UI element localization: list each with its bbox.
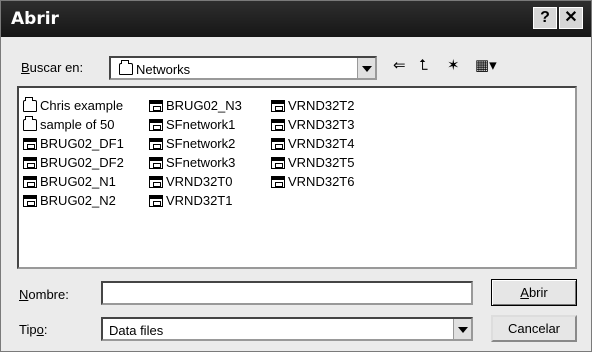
look-in-combo[interactable]: Networks [109, 56, 377, 80]
chevron-down-icon[interactable] [453, 319, 471, 339]
file-list-item-label: Chris example [40, 98, 124, 113]
close-button[interactable]: ✕ [559, 7, 583, 29]
file-icon [271, 156, 285, 169]
file-list-item-label: VRND32T3 [288, 117, 355, 132]
look-in-value: Networks [136, 62, 191, 77]
file-column-3: VRND32T2 VRND32T3 VRND32T4 VRND32T5 VRND32T6 [271, 96, 354, 191]
file-icon [271, 175, 285, 188]
new-folder-icon[interactable]: ✶ [447, 57, 460, 75]
file-column-2: BRUG02_N3 SFnetwork1 SFnetwork2 SFnetwork3 V… [149, 96, 242, 210]
file-icon [149, 175, 163, 188]
file-list-item-label: VRND32T1 [166, 193, 233, 208]
look-in-label: Buscar en: [21, 60, 84, 75]
file-column-1: Chris example sample of 50 BRUG02_DF1 BRUG0… [23, 96, 124, 210]
back-arrow-icon[interactable]: ⇐ [393, 57, 406, 75]
file-list-item-label: SFnetwork2 [166, 136, 236, 151]
file-icon [271, 137, 285, 150]
file-list-item-label: VRND32T4 [288, 136, 355, 151]
file-list-item[interactable]: sample of 50 [23, 115, 124, 134]
file-list-item-label: VRND32T6 [288, 174, 355, 189]
file-list-item-label: SFnetwork3 [166, 155, 236, 170]
file-list-item-label: SFnetwork1 [166, 117, 236, 132]
file-list-item[interactable]: SFnetwork2 [149, 134, 242, 153]
title-bar[interactable]: Abrir ? ✕ [1, 1, 591, 37]
file-list-item[interactable]: VRND32T0 [149, 172, 242, 191]
file-list-item-label: VRND32T0 [166, 174, 233, 189]
file-type-label: Tipo: [19, 322, 48, 337]
file-list-item-label: sample of 50 [40, 117, 115, 132]
file-list-item-label: VRND32T2 [288, 98, 355, 113]
file-list-item-label: BRUG02_N1 [40, 174, 116, 189]
file-list-item[interactable]: VRND32T4 [271, 134, 354, 153]
file-type-combo[interactable]: Data files [101, 317, 473, 341]
file-list-item[interactable]: VRND32T2 [271, 96, 354, 115]
file-list-item-label: BRUG02_N3 [166, 98, 242, 113]
file-list-item[interactable]: BRUG02_DF2 [23, 153, 124, 172]
open-dialog: Abrir ? ✕ Buscar en: Networks ⇐ ⮤ ✶ ▦▾ C… [0, 0, 592, 352]
file-list-item[interactable]: SFnetwork3 [149, 153, 242, 172]
file-list-item[interactable]: VRND32T3 [271, 115, 354, 134]
help-button[interactable]: ? [533, 7, 557, 29]
file-name-label: Nombre: [19, 287, 69, 302]
open-button[interactable]: Abrir [491, 279, 577, 306]
file-icon [271, 99, 285, 112]
file-icon [149, 99, 163, 112]
file-list-item[interactable]: VRND32T6 [271, 172, 354, 191]
file-list-item-label: BRUG02_DF2 [40, 155, 124, 170]
file-icon [149, 194, 163, 207]
file-list-item-label: BRUG02_N2 [40, 193, 116, 208]
file-icon [271, 118, 285, 131]
file-icon [149, 118, 163, 131]
file-list-item[interactable]: BRUG02_N3 [149, 96, 242, 115]
file-type-value: Data files [109, 323, 164, 338]
file-list-item[interactable]: SFnetwork1 [149, 115, 242, 134]
file-list-item-label: VRND32T5 [288, 155, 355, 170]
file-list-item[interactable]: VRND32T5 [271, 153, 354, 172]
file-list-item[interactable]: BRUG02_N1 [23, 172, 124, 191]
file-icon [149, 156, 163, 169]
file-list-item[interactable]: BRUG02_DF1 [23, 134, 124, 153]
file-icon [23, 156, 37, 169]
look-in-value-wrap: Networks [119, 60, 191, 77]
folder-icon [23, 96, 37, 112]
file-list-item[interactable]: VRND32T1 [149, 191, 242, 210]
dialog-title: Abrir [11, 9, 59, 29]
file-name-input[interactable] [101, 281, 473, 305]
file-list[interactable]: Chris example sample of 50 BRUG02_DF1 BRUG0… [17, 86, 577, 269]
file-icon [23, 175, 37, 188]
file-list-item[interactable]: Chris example [23, 96, 124, 115]
folder-icon [23, 115, 37, 131]
cancel-button[interactable]: Cancelar [491, 315, 577, 342]
file-icon [23, 194, 37, 207]
file-icon [149, 137, 163, 150]
file-list-item[interactable]: BRUG02_N2 [23, 191, 124, 210]
file-icon [23, 137, 37, 150]
up-folder-icon[interactable]: ⮤ [419, 57, 428, 75]
chevron-down-icon[interactable] [357, 58, 375, 78]
view-menu-icon[interactable]: ▦▾ [475, 57, 497, 75]
file-list-item-label: BRUG02_DF1 [40, 136, 124, 151]
folder-icon [119, 60, 133, 75]
